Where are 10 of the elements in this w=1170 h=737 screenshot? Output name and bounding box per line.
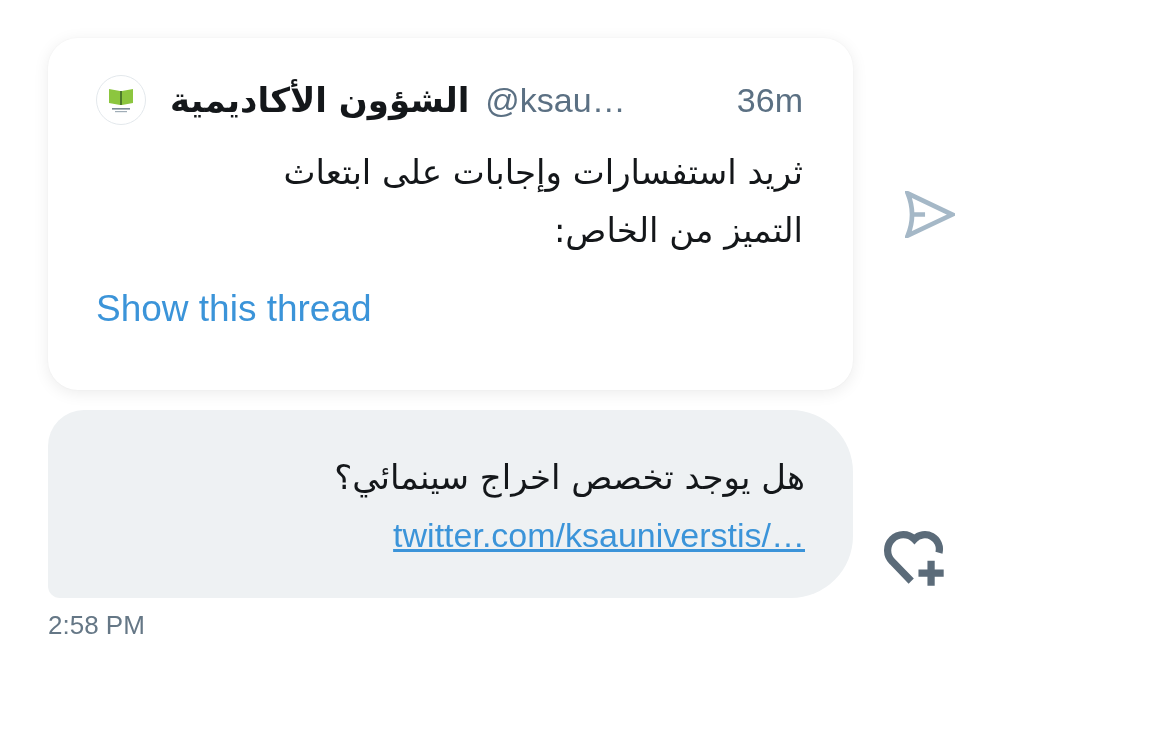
author-handle: @ksau… — [485, 80, 626, 120]
book-logo-icon — [96, 75, 146, 125]
message-timestamp: 2:58 PM — [48, 610, 145, 641]
show-thread-link[interactable]: Show this thread — [96, 288, 372, 330]
tweet-time: 36m — [736, 80, 803, 120]
message-text: هل يوجد تخصص اخراج سينمائي؟ — [334, 456, 805, 500]
author-name: الشؤون الأكاديمية — [170, 80, 470, 120]
tweet-link[interactable]: twitter.com/ksauniverstis/… — [393, 512, 805, 558]
tweet-text: ثريد استفسارات وإجابات على ابتعاث التميز من الخاص: — [282, 151, 803, 252]
heart-plus-icon[interactable] — [884, 531, 946, 589]
